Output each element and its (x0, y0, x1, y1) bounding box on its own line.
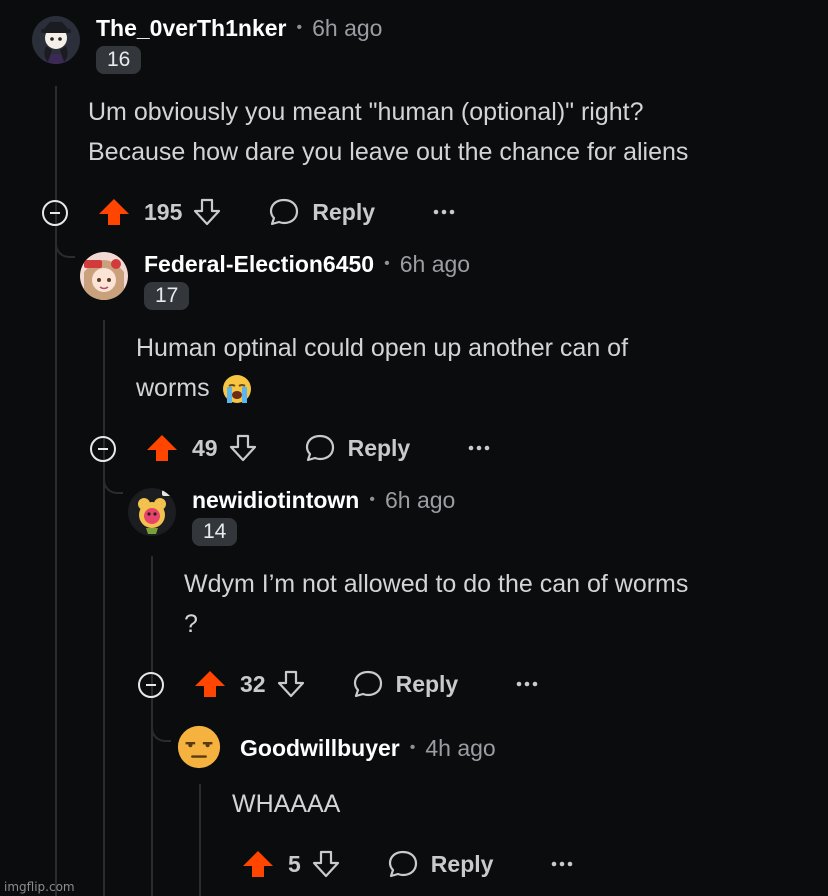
reply-button[interactable]: Reply (268, 197, 375, 227)
comment-text-line: worms (136, 368, 628, 408)
loudly-crying-face-emoji (222, 375, 251, 404)
reply-bubble-icon (353, 670, 382, 698)
flower-creature-avatar-icon[interactable] (128, 488, 176, 536)
comment-header: Goodwillbuyer • 4h ago (240, 733, 496, 763)
vote-count: 5 (288, 850, 301, 877)
reply-bubble-icon (388, 850, 417, 878)
timestamp: 4h ago (425, 734, 496, 761)
comment-body: WHAAAA (232, 784, 340, 824)
separator-dot: • (369, 491, 375, 508)
upvote-icon[interactable] (194, 669, 226, 699)
comment-action-bar: 49 Reply (146, 428, 490, 468)
vote-count: 195 (144, 198, 183, 225)
reply-button[interactable]: Reply (352, 669, 459, 699)
collapse-thread-button[interactable] (90, 436, 116, 462)
collapse-thread-button[interactable] (138, 672, 164, 698)
more-options-icon[interactable] (468, 444, 490, 452)
timestamp: 6h ago (399, 250, 471, 277)
imgflip-watermark: imgflip.com (4, 880, 75, 894)
comment-action-bar: 195 Reply (98, 192, 455, 232)
downvote-icon[interactable] (276, 669, 306, 699)
timestamp: 6h ago (384, 486, 456, 513)
comment-text-fragment: worms (136, 374, 210, 402)
user-flair-badge: 17 (144, 282, 190, 310)
comment-body: Um obviously you meant "human (optional)… (88, 92, 688, 172)
more-options-icon[interactable] (433, 208, 455, 216)
comment-text-line: WHAAAA (232, 790, 341, 818)
reply-label: Reply (347, 434, 411, 461)
thread-elbow (151, 722, 171, 742)
unamused-face-avatar-icon[interactable] (176, 724, 222, 770)
vote-count: 32 (240, 670, 266, 697)
comment-header: Federal-Election6450 • 6h ago (144, 249, 470, 279)
thread-line-level-3 (199, 784, 201, 896)
separator-dot: • (296, 19, 303, 36)
downvote-icon[interactable] (228, 433, 258, 463)
upvote-icon[interactable] (242, 849, 274, 879)
comment-body: Wdym I’m not allowed to do the can of wo… (184, 564, 688, 644)
comment-text-line: ? (184, 610, 198, 638)
thread-elbow (103, 474, 123, 494)
comment-text-line: Wdym I’m not allowed to do the can of wo… (184, 570, 689, 598)
username[interactable]: The_0verTh1nker (96, 15, 286, 42)
username[interactable]: Federal-Election6450 (144, 251, 374, 278)
comment-text-line: Um obviously you meant "human (optional)… (88, 98, 644, 126)
comment-text-line: Human optinal could open up another can … (136, 334, 629, 362)
girl-avatar-icon[interactable] (80, 252, 128, 300)
reply-label: Reply (312, 198, 376, 225)
reply-label: Reply (395, 670, 459, 697)
reply-bubble-icon (305, 434, 334, 462)
more-options-icon[interactable] (516, 680, 538, 688)
user-flair-badge: 14 (192, 518, 238, 546)
thread-elbow (55, 238, 75, 258)
timestamp: 6h ago (312, 14, 383, 41)
reply-label: Reply (430, 850, 494, 877)
reply-button[interactable]: Reply (304, 433, 411, 463)
vote-count: 49 (192, 434, 218, 461)
comment-header: The_0verTh1nker • 6h ago (96, 13, 382, 43)
comment-header: newidiotintown • 6h ago (192, 485, 455, 515)
separator-dot: • (409, 739, 416, 756)
username[interactable]: newidiotintown (192, 487, 359, 514)
ninja-avatar-icon[interactable] (32, 16, 80, 64)
downvote-icon[interactable] (311, 849, 341, 879)
comment-action-bar: 5 Reply (242, 844, 573, 884)
downvote-icon[interactable] (192, 197, 222, 227)
username[interactable]: Goodwillbuyer (240, 735, 400, 762)
separator-dot: • (384, 255, 390, 272)
more-options-icon[interactable] (551, 860, 573, 868)
comment-text-line: Because how dare you leave out the chanc… (88, 138, 689, 166)
user-flair-badge: 16 (96, 46, 142, 74)
collapse-thread-button[interactable] (42, 200, 68, 226)
comment-body: Human optinal could open up another can … (136, 328, 628, 408)
upvote-icon[interactable] (146, 433, 178, 463)
comment-action-bar: 32 Reply (194, 664, 538, 704)
upvote-icon[interactable] (98, 197, 130, 227)
reply-bubble-icon (270, 198, 299, 226)
reply-button[interactable]: Reply (387, 849, 494, 879)
thread-line-level-1 (103, 320, 105, 896)
